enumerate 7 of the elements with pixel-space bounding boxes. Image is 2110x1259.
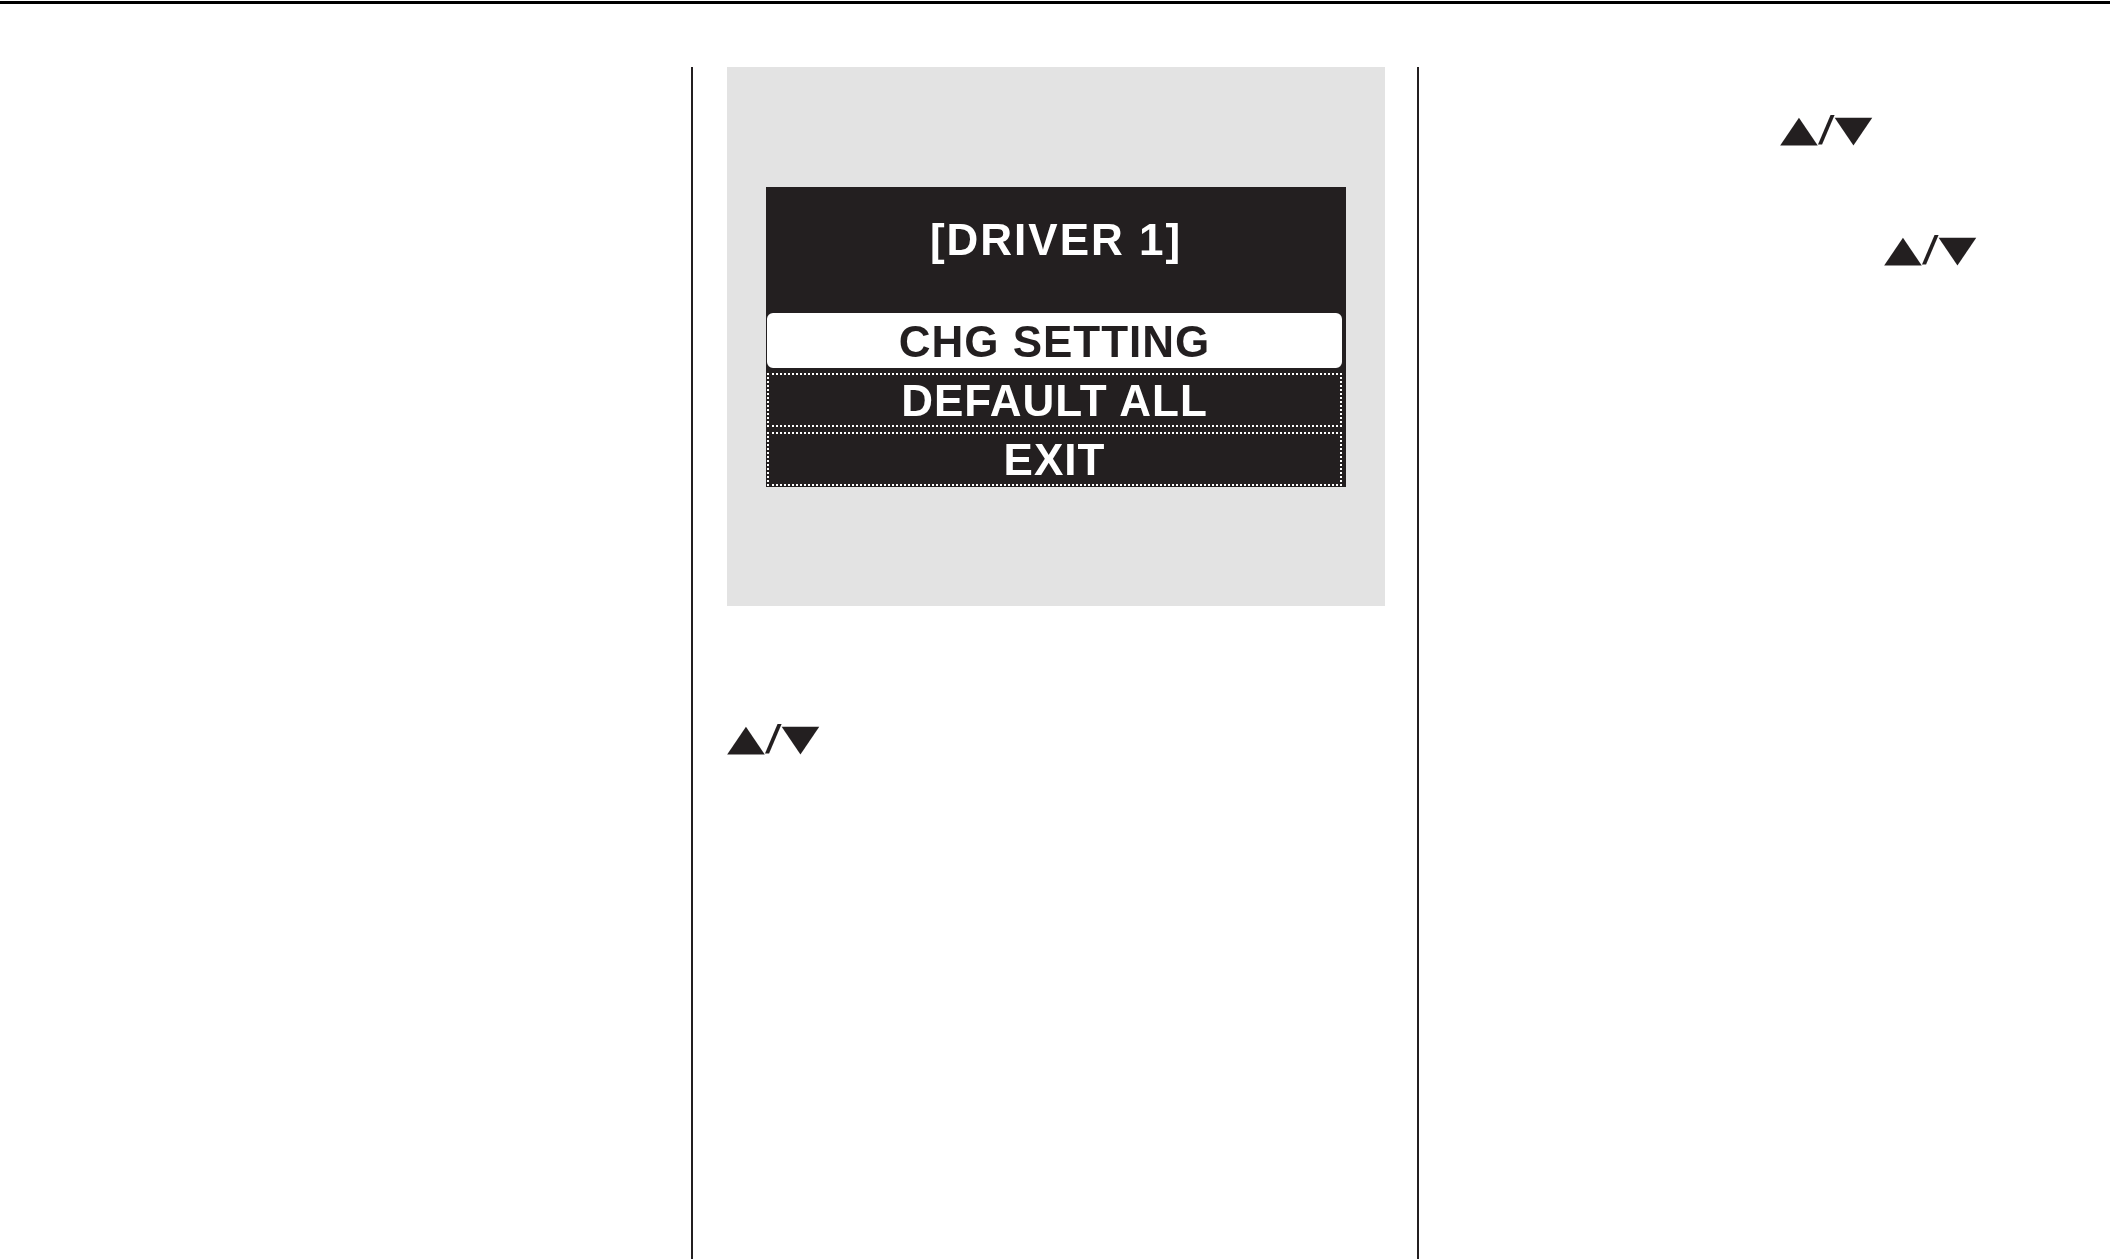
screen-title: [DRIVER 1]: [928, 213, 1184, 266]
button-symbols: ▲/▼: [727, 719, 820, 757]
button-symbols: ▲/▼: [1780, 110, 1873, 148]
menu-item[interactable]: DEFAULT ALL: [767, 372, 1342, 427]
menu-item[interactable]: CHG SETTING: [767, 312, 1342, 368]
button-symbols: ▲/▼: [1884, 230, 1977, 268]
menu-item[interactable]: EXIT: [767, 431, 1342, 486]
